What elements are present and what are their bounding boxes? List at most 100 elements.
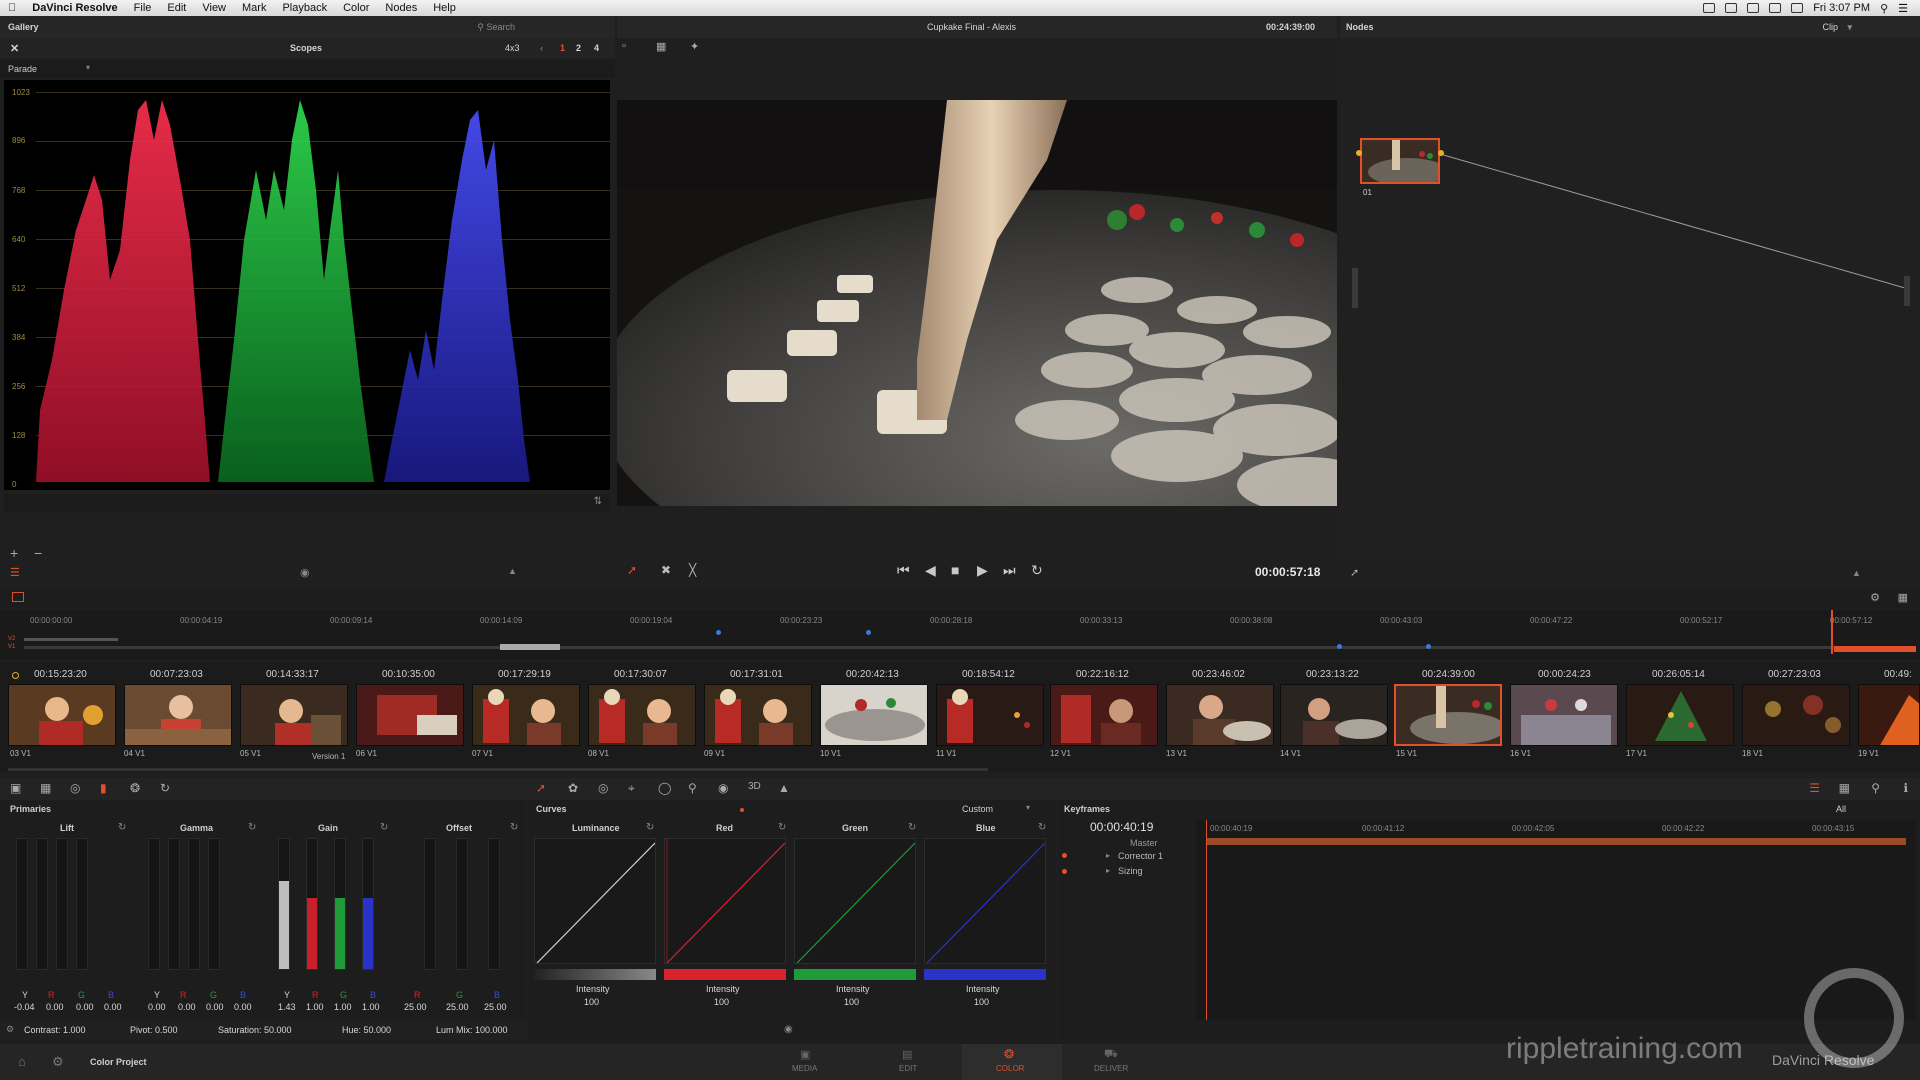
single-view-icon[interactable]: ▫	[622, 40, 626, 52]
playhead[interactable]	[1831, 610, 1833, 654]
keyframes-filter[interactable]: All	[1836, 804, 1846, 814]
grid-icon[interactable]: ▦	[1839, 781, 1850, 795]
lift-g-bar[interactable]	[56, 838, 68, 970]
color-wheels-icon[interactable]: ◎	[70, 781, 80, 795]
scope-mode-select[interactable]: Parade	[8, 64, 37, 74]
zoom-triangle-icon[interactable]: ▲	[508, 566, 517, 576]
3d-icon[interactable]: 3D	[748, 781, 761, 792]
node-tool-icon[interactable]: ➚	[1350, 566, 1359, 579]
chevron-down-icon[interactable]: ▾	[1847, 22, 1852, 33]
curve-blue-bar[interactable]	[924, 969, 1046, 980]
track-v2-clip[interactable]	[24, 638, 118, 641]
menu-file[interactable]: File	[126, 2, 160, 14]
grid-view-icon[interactable]: ▦	[656, 40, 666, 53]
gain-y-value[interactable]: 1.43	[278, 1002, 296, 1012]
info-icon[interactable]: ℹ	[1903, 781, 1908, 795]
clip-thumb-07[interactable]	[472, 684, 580, 746]
offset-r-value[interactable]: 25.00	[404, 1002, 427, 1012]
page-edit[interactable]: EDIT	[899, 1064, 917, 1073]
clip-thumb-14[interactable]	[1280, 684, 1388, 746]
clip-thumb-06[interactable]	[356, 684, 464, 746]
rgb-mixer-icon[interactable]: ❂	[130, 781, 140, 795]
pivot-value[interactable]: Pivot: 0.500	[130, 1025, 178, 1035]
menu-app-name[interactable]: DaVinci Resolve	[24, 2, 125, 14]
clip-thumb-16[interactable]	[1510, 684, 1618, 746]
curve-blue-intensity[interactable]: 100	[974, 997, 989, 1007]
page-color[interactable]: COLOR	[996, 1064, 1024, 1073]
marker-dot[interactable]	[866, 630, 871, 635]
sizing-icon[interactable]: ◉	[718, 781, 728, 795]
gamma-b-bar[interactable]	[208, 838, 220, 970]
gamma-r-bar[interactable]	[168, 838, 180, 970]
menu-playback[interactable]: Playback	[274, 2, 335, 14]
reset-red-icon[interactable]: ↻	[778, 822, 786, 833]
reset-offset-icon[interactable]: ↻	[510, 822, 518, 833]
zoom-icon[interactable]: ⚲	[1871, 781, 1880, 795]
view-1[interactable]: 1	[560, 43, 565, 53]
wipe-icon[interactable]: ╳	[689, 563, 696, 577]
apple-icon[interactable]: 	[0, 2, 24, 14]
deliver-page-icon[interactable]: ⛟	[1104, 1048, 1118, 1062]
timeline-icon[interactable]	[12, 592, 24, 602]
color-page-icon[interactable]: ❂	[1004, 1047, 1014, 1061]
viewer-clip-title[interactable]: Cupkake Final - Alexis	[927, 22, 1016, 32]
wifi-icon[interactable]	[1769, 3, 1782, 13]
tracker-icon[interactable]: ⌖	[628, 781, 635, 796]
lift-g-value[interactable]: 0.00	[76, 1002, 94, 1012]
stop-button[interactable]: ■	[951, 562, 959, 578]
menu-mark[interactable]: Mark	[234, 2, 274, 14]
clip-thumb-11[interactable]	[936, 684, 1044, 746]
keyframe-row-master[interactable]: Master	[1130, 838, 1158, 848]
aspect-toggle[interactable]: 4x3	[505, 43, 520, 53]
gain-g-value[interactable]: 1.00	[334, 1002, 352, 1012]
reset-lum-icon[interactable]: ↻	[646, 822, 654, 833]
node-graph[interactable]	[1340, 38, 1920, 558]
go-to-start-button[interactable]: ⏮	[897, 562, 910, 579]
spotlight-icon[interactable]: ⚲	[1880, 2, 1888, 15]
keyframe-row-corrector[interactable]: Corrector 1	[1118, 851, 1163, 861]
reverse-play-button[interactable]: ◀	[925, 562, 936, 579]
gear-icon[interactable]: ⚙	[6, 1024, 14, 1035]
menu-view[interactable]: View	[194, 2, 234, 14]
gain-b-bar[interactable]	[362, 838, 374, 970]
curve-lum-intensity[interactable]: 100	[584, 997, 599, 1007]
marker-dot[interactable]	[1337, 644, 1342, 649]
close-icon[interactable]: ✕	[0, 42, 19, 55]
gain-y-bar[interactable]	[278, 838, 290, 970]
remove-still-icon[interactable]: −	[34, 545, 42, 561]
curve-green-intensity[interactable]: 100	[844, 997, 859, 1007]
lift-y-value[interactable]: -0.04	[14, 1002, 35, 1012]
clip-strip-scrollbar[interactable]	[8, 768, 988, 771]
node-input-dot[interactable]	[1356, 150, 1362, 156]
color-match-icon[interactable]: ▦	[40, 781, 51, 795]
lift-b-value[interactable]: 0.00	[104, 1002, 122, 1012]
pointer-tool-icon[interactable]: ➚	[627, 563, 637, 577]
track-v1-current-clip[interactable]	[1834, 646, 1916, 652]
play-button[interactable]: ▶	[977, 562, 988, 579]
lift-b-bar[interactable]	[76, 838, 88, 970]
reset-gain-icon[interactable]: ↻	[380, 822, 388, 833]
keyframe-list-icon[interactable]: ☰	[1809, 781, 1820, 795]
menu-help[interactable]: Help	[425, 2, 464, 14]
clip-thumb-17[interactable]	[1626, 684, 1734, 746]
key-icon[interactable]: ⚲	[688, 781, 697, 795]
keyframe-playhead[interactable]	[1206, 820, 1207, 1020]
bluetooth-icon[interactable]	[1747, 3, 1760, 13]
gain-r-value[interactable]: 1.00	[306, 1002, 324, 1012]
curves-camera-icon[interactable]: ◉	[784, 1024, 793, 1035]
curves-mode-select[interactable]: Custom	[962, 804, 993, 814]
volume-icon[interactable]	[1791, 3, 1804, 13]
clip-thumb-13[interactable]	[1166, 684, 1274, 746]
menu-nodes[interactable]: Nodes	[377, 2, 425, 14]
settings-gear-icon[interactable]: ⚙	[52, 1054, 64, 1070]
curve-red-graph[interactable]	[664, 838, 786, 964]
gallery-list-icon[interactable]: ☰	[10, 566, 20, 579]
curve-red-bar[interactable]	[664, 969, 786, 980]
nodes-mode-select[interactable]: Clip	[1822, 22, 1838, 32]
page-media[interactable]: MEDIA	[792, 1064, 817, 1073]
clip-thumb-04[interactable]	[124, 684, 232, 746]
timeline-settings-icon[interactable]: ⚙	[1870, 591, 1880, 604]
view-2[interactable]: 2	[576, 43, 581, 53]
gamma-y-value[interactable]: 0.00	[148, 1002, 166, 1012]
camera-raw-icon[interactable]: ▣	[10, 781, 21, 795]
